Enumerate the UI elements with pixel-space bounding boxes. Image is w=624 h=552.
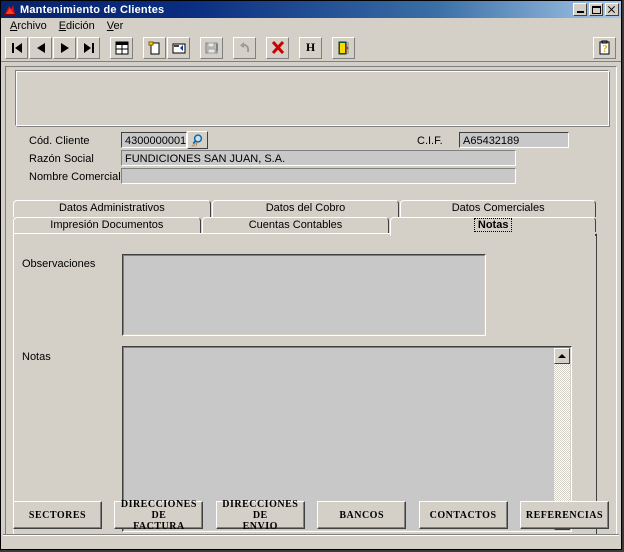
svg-text:?: ? xyxy=(602,44,607,55)
menu-label-ver: er xyxy=(113,19,124,32)
customer-header-group xyxy=(15,70,609,126)
toolbar: H ? xyxy=(1,34,621,62)
list-view-button[interactable] xyxy=(110,36,133,59)
tab-cuentas-contables[interactable]: Cuentas Contables xyxy=(201,217,390,234)
window-title: Mantenimiento de Clientes xyxy=(20,3,165,16)
contactos-button[interactable]: CONTACTOS xyxy=(418,501,508,529)
new-document-icon xyxy=(147,40,163,56)
tab-label: Notas xyxy=(473,218,513,232)
save-button[interactable] xyxy=(200,36,223,59)
magnifier-icon xyxy=(190,133,205,147)
cod-cliente-label: Cód. Cliente xyxy=(29,135,90,147)
previous-record-button[interactable] xyxy=(29,36,52,59)
edit-record-button[interactable] xyxy=(167,36,190,59)
client-area: Cód. Cliente 4300000001 Razón Social FUN… xyxy=(1,62,621,549)
tab-label: Impresión Documentos xyxy=(50,219,164,231)
window-controls xyxy=(573,3,620,16)
minimize-button[interactable] xyxy=(573,3,587,16)
exit-door-icon xyxy=(336,40,352,56)
next-record-icon xyxy=(57,40,73,56)
exit-button[interactable] xyxy=(332,36,355,59)
cod-cliente-lookup-button[interactable] xyxy=(187,131,208,149)
application-window: Mantenimiento de Clientes Archivo Edició… xyxy=(0,0,622,550)
bottom-action-bar: SECTORES DIRECCIONES DE FACTURA DIRECCIO… xyxy=(5,497,617,533)
last-record-button[interactable] xyxy=(77,36,100,59)
bancos-button[interactable]: BANCOS xyxy=(317,501,407,529)
sectores-button[interactable]: SECTORES xyxy=(13,501,102,529)
toolbar-separator xyxy=(101,37,110,59)
tab-datos-comerciales[interactable]: Datos Comerciales xyxy=(400,200,596,217)
menu-bar: Archivo Edición Ver xyxy=(1,18,621,34)
active-tab-merge xyxy=(392,232,596,234)
tab-row-upper: Datos Administrativos Datos del Cobro Da… xyxy=(13,200,597,217)
letter-h-icon: H xyxy=(305,40,316,54)
table-grid-icon xyxy=(114,40,130,56)
close-button[interactable] xyxy=(605,3,619,16)
tab-label: Datos del Cobro xyxy=(265,202,346,214)
tab-impresion-documentos[interactable]: Impresión Documentos xyxy=(13,217,201,234)
app-icon xyxy=(3,3,17,17)
toolbar-separator xyxy=(191,37,200,59)
next-record-button[interactable] xyxy=(53,36,76,59)
cif-input[interactable]: A65432189 xyxy=(459,132,569,148)
tab-label: Cuentas Contables xyxy=(248,219,343,231)
undo-button[interactable] xyxy=(233,36,256,59)
help-button[interactable]: ? xyxy=(593,36,616,59)
toolbar-separator xyxy=(224,37,233,59)
tab-datos-administrativos[interactable]: Datos Administrativos xyxy=(13,200,211,217)
notas-tab-panel: Observaciones Notas xyxy=(13,233,597,540)
floppy-save-icon xyxy=(204,40,220,56)
title-bar: Mantenimiento de Clientes xyxy=(1,1,621,18)
observaciones-label: Observaciones xyxy=(22,258,96,270)
notas-label: Notas xyxy=(22,351,51,363)
menu-label-edicion: dición xyxy=(66,19,95,32)
nombre-comercial-label: Nombre Comercial xyxy=(29,171,121,183)
status-bar xyxy=(3,534,619,547)
help-clipboard-icon: ? xyxy=(597,40,613,56)
edit-record-icon xyxy=(171,40,187,56)
razon-social-label: Razón Social xyxy=(29,153,94,165)
toolbar-separator xyxy=(257,37,266,59)
menu-item-ver[interactable]: Ver xyxy=(102,19,131,34)
observaciones-textarea[interactable] xyxy=(122,254,486,336)
cod-cliente-input[interactable]: 4300000001 xyxy=(121,132,187,148)
nombre-comercial-input[interactable] xyxy=(121,168,516,184)
menu-item-archivo[interactable]: Archivo xyxy=(5,19,54,34)
scroll-up-arrow[interactable] xyxy=(554,348,570,364)
first-record-button[interactable] xyxy=(5,36,28,59)
new-record-button[interactable] xyxy=(143,36,166,59)
first-record-icon xyxy=(9,40,25,56)
direcciones-envio-button[interactable]: DIRECCIONES DE ENVIO xyxy=(215,499,305,532)
razon-social-input[interactable]: FUNDICIONES SAN JUAN, S.A. xyxy=(121,150,516,166)
delete-button[interactable] xyxy=(266,36,289,59)
toolbar-separator xyxy=(290,37,299,59)
direcciones-factura-button[interactable]: DIRECCIONES DE FACTURA xyxy=(114,499,204,532)
tab-control: Datos Administrativos Datos del Cobro Da… xyxy=(13,200,597,540)
previous-record-icon xyxy=(33,40,49,56)
tab-label: Datos Comerciales xyxy=(451,202,545,214)
observaciones-textarea-inner xyxy=(123,255,485,335)
cif-label: C.I.F. xyxy=(417,135,443,147)
referencias-button[interactable]: REFERENCIAS xyxy=(519,501,609,529)
scroll-up-arrow-icon xyxy=(558,354,566,358)
tab-datos-del-cobro[interactable]: Datos del Cobro xyxy=(211,200,400,217)
maximize-button[interactable] xyxy=(589,3,603,16)
menu-item-edicion[interactable]: Edición xyxy=(54,19,102,34)
toolbar-separator xyxy=(134,37,143,59)
undo-arrow-icon xyxy=(237,40,253,56)
history-button[interactable]: H xyxy=(299,36,322,59)
red-x-icon xyxy=(270,40,286,56)
tab-label: Datos Administrativos xyxy=(58,202,165,214)
toolbar-separator xyxy=(323,37,332,59)
last-record-icon xyxy=(81,40,97,56)
menu-label-archivo: rchivo xyxy=(17,19,47,32)
